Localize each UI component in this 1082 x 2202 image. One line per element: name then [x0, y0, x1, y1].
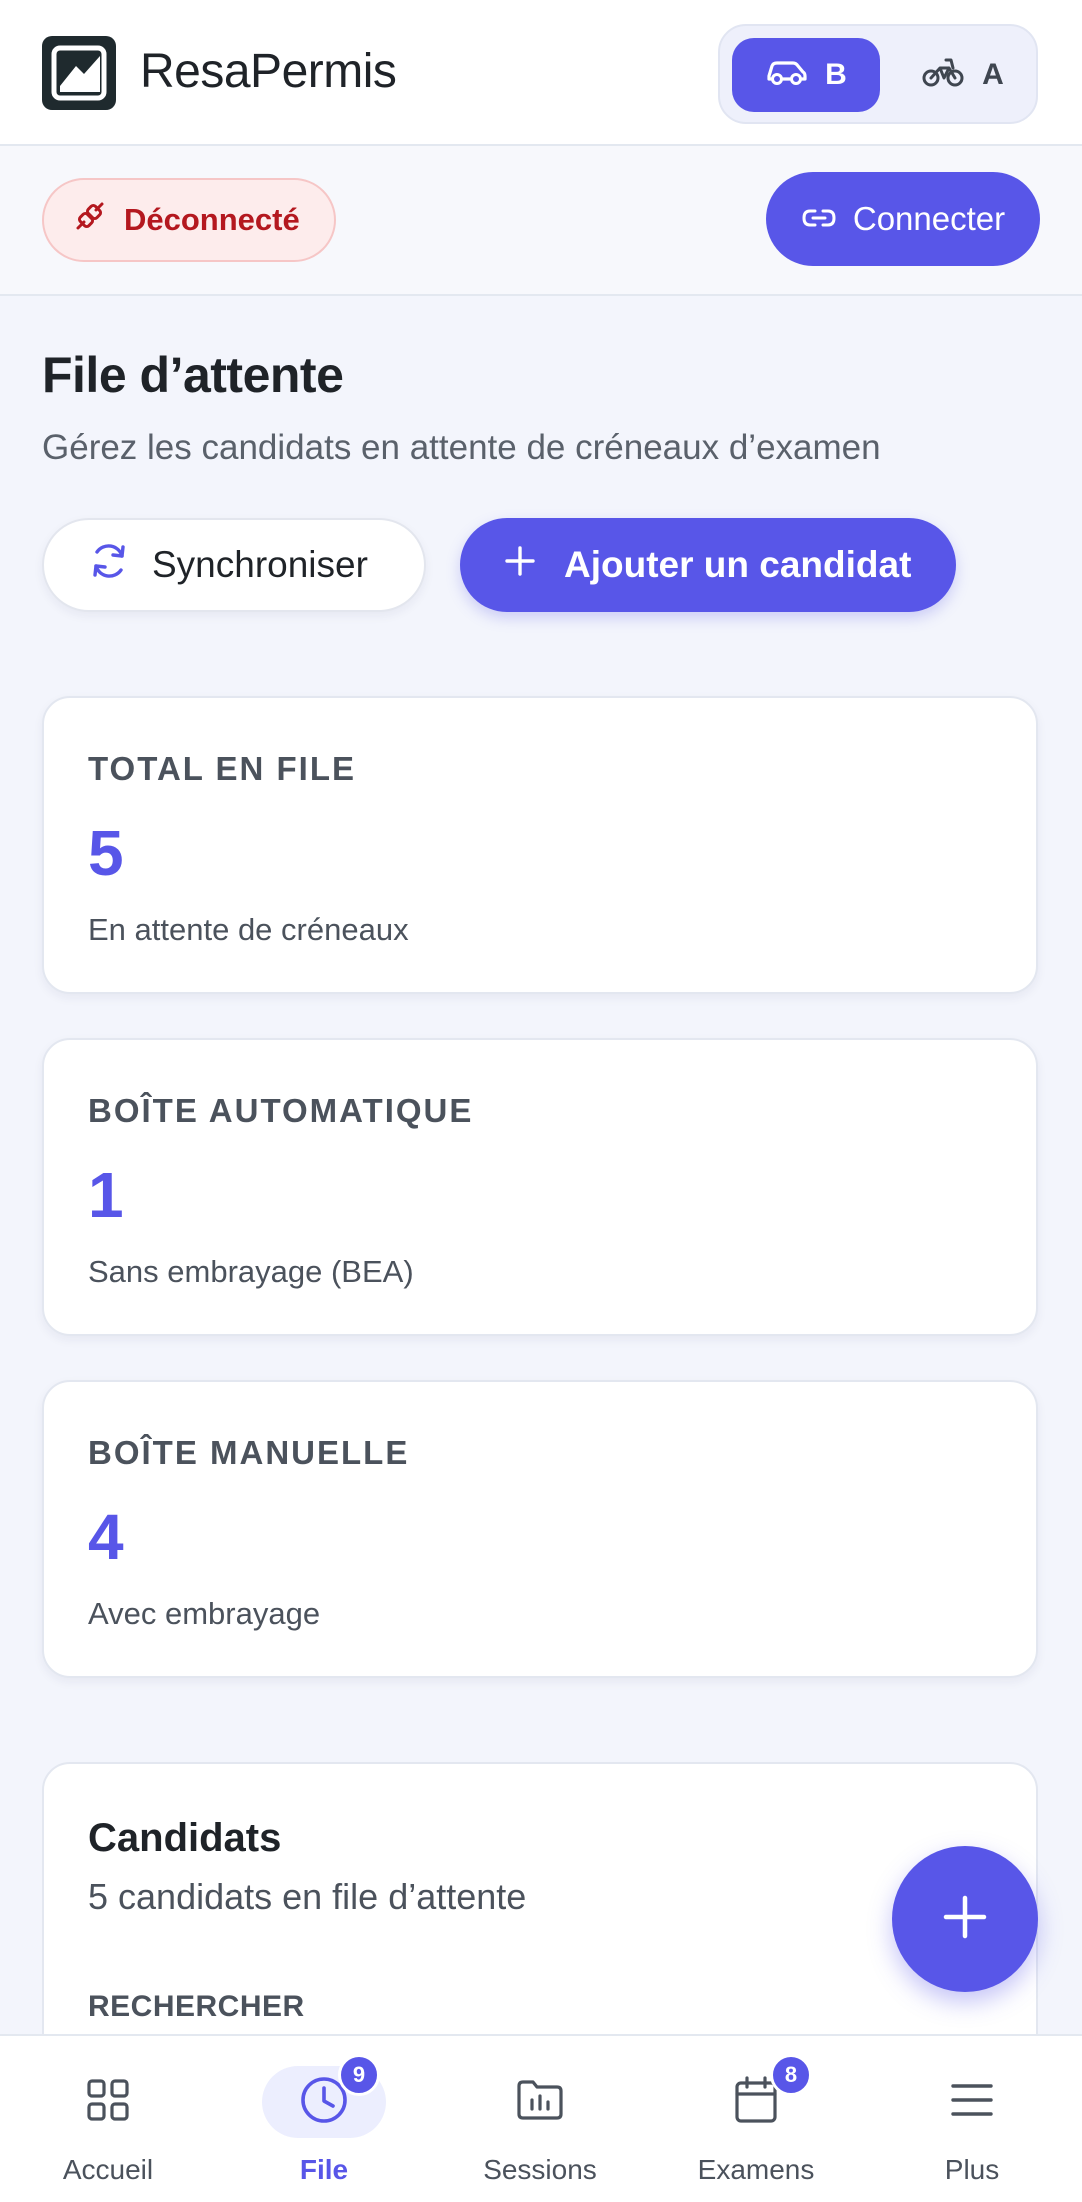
bottom-navigation: Accueil 9 File Sessions 8 Examens Plus — [0, 2034, 1082, 2202]
app-header: ResaPermis B A — [0, 0, 1082, 146]
stat-card-total: TOTAL EN FILE 5 En attente de créneaux — [42, 696, 1038, 994]
stat-value: 5 — [88, 817, 124, 889]
mode-b-label: B — [825, 58, 847, 91]
connect-button-label: Connecter — [852, 200, 1006, 237]
nav-item-examens[interactable]: 8 Examens — [666, 2036, 846, 2202]
motorbike-icon — [922, 54, 964, 96]
menu-icon — [949, 2080, 995, 2125]
page-title: File d’attente — [42, 347, 344, 403]
plus-icon — [504, 544, 536, 586]
stat-caption: Sans embrayage (BEA) — [88, 1254, 414, 1289]
connect-button[interactable]: Connecter — [766, 172, 1040, 266]
nav-item-accueil[interactable]: Accueil — [18, 2036, 198, 2202]
car-icon — [765, 56, 807, 94]
connection-status-label: Déconnecté — [124, 202, 300, 237]
nav-item-plus[interactable]: Plus — [882, 2036, 1062, 2202]
folder-chart-icon — [514, 2076, 566, 2129]
stat-label: BOÎTE AUTOMATIQUE — [88, 1092, 474, 1129]
floating-add-button[interactable] — [892, 1846, 1038, 1992]
stat-value: 1 — [88, 1159, 124, 1231]
stat-label: BOÎTE MANUELLE — [88, 1434, 410, 1471]
stat-caption: En attente de créneaux — [88, 912, 409, 947]
unplug-icon — [72, 198, 108, 242]
link-icon — [801, 200, 837, 238]
sync-button[interactable]: Synchroniser — [42, 518, 426, 612]
sync-button-label: Synchroniser — [152, 544, 368, 585]
app-logo[interactable] — [42, 36, 116, 110]
nav-label: Examens — [697, 2154, 815, 2185]
license-mode-toggle: B A — [718, 24, 1038, 124]
mode-a-button[interactable]: A — [898, 38, 1028, 112]
mode-b-button[interactable]: B — [732, 38, 880, 112]
search-label: RECHERCHER — [88, 1990, 305, 2023]
mode-a-label: A — [982, 58, 1004, 91]
connection-status-bar: Déconnecté Connecter — [0, 146, 1082, 296]
grid-icon — [84, 2076, 132, 2129]
app-name: ResaPermis — [140, 45, 397, 98]
nav-label: Plus — [944, 2154, 1000, 2185]
candidates-count: 5 candidats en file d’attente — [88, 1876, 527, 1917]
stat-value: 4 — [88, 1501, 124, 1573]
stat-card-manual: BOÎTE MANUELLE 4 Avec embrayage — [42, 1380, 1038, 1678]
file-count-badge: 9 — [338, 2054, 380, 2096]
add-candidate-label: Ajouter un candidat — [564, 544, 912, 585]
nav-item-file[interactable]: 9 File — [234, 2036, 414, 2202]
page-subtitle: Gérez les candidats en attente de crénea… — [42, 428, 881, 467]
stat-label: TOTAL EN FILE — [88, 750, 357, 787]
refresh-icon — [88, 540, 130, 591]
nav-label: Accueil — [62, 2154, 154, 2185]
stat-caption: Avec embrayage — [88, 1596, 321, 1631]
nav-item-sessions[interactable]: Sessions — [450, 2036, 630, 2202]
candidates-title: Candidats — [88, 1816, 282, 1860]
disconnected-badge: Déconnecté — [42, 178, 336, 262]
exams-count-badge: 8 — [770, 2054, 812, 2096]
stat-card-automatic: BOÎTE AUTOMATIQUE 1 Sans embrayage (BEA) — [42, 1038, 1038, 1336]
nav-label: File — [299, 2154, 349, 2185]
plus-icon — [940, 1892, 990, 1947]
nav-label: Sessions — [483, 2154, 597, 2185]
add-candidate-button[interactable]: Ajouter un candidat — [460, 518, 956, 612]
